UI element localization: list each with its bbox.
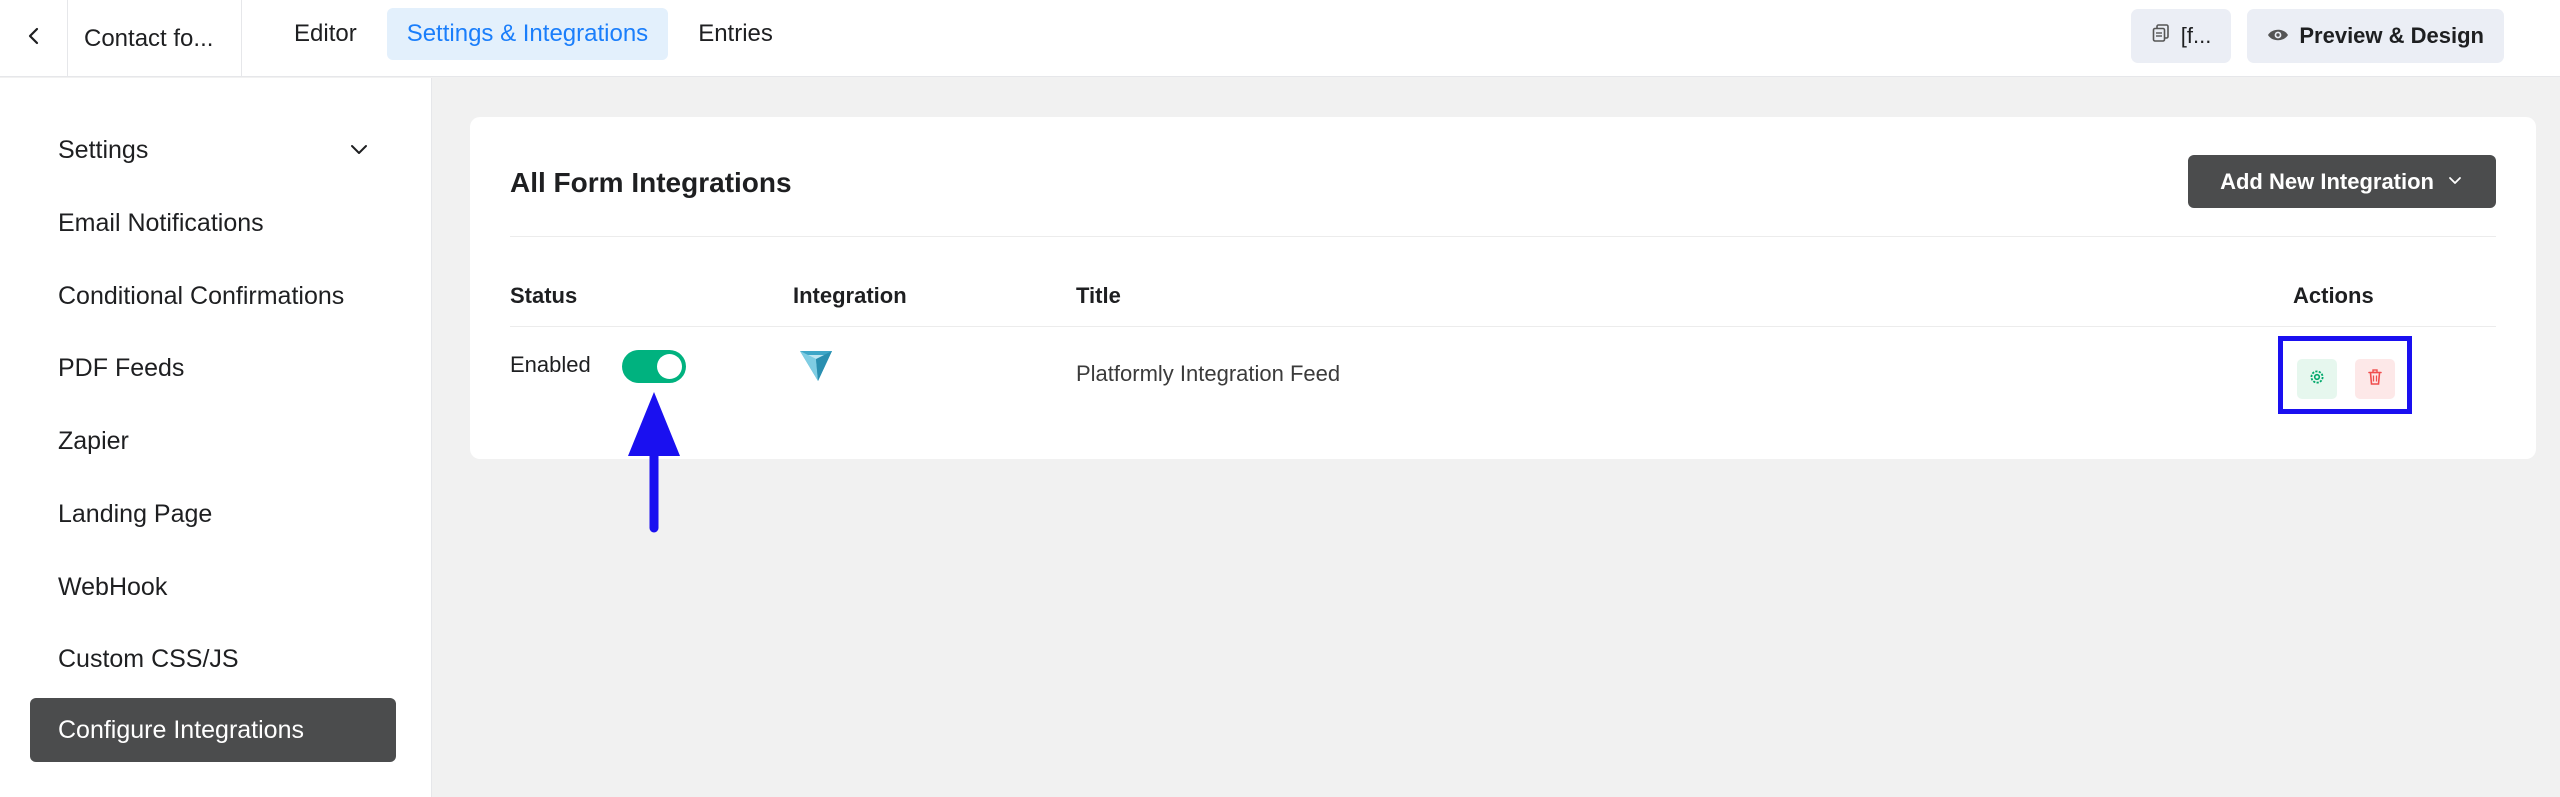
tab-editor[interactable]: Editor [274, 8, 377, 60]
settings-button[interactable] [2297, 359, 2337, 399]
tab-settings-integrations[interactable]: Settings & Integrations [386, 8, 669, 60]
add-new-integration-button[interactable]: Add New Integration [2188, 155, 2496, 208]
tab-entries[interactable]: Entries [678, 8, 793, 60]
top-actions: [f... Preview & Design [2130, 9, 2504, 63]
sidebar-item-label: Settings [58, 135, 149, 164]
sidebar-item-label: Conditional Confirmations [58, 281, 345, 310]
sidebar-item-custom-css-js[interactable]: Custom CSS/JS [30, 627, 396, 691]
annotation-arrow-icon [626, 390, 682, 535]
shortcode-button[interactable]: [f... [2130, 9, 2232, 63]
sidebar-item-email-notifications[interactable]: Email Notifications [30, 191, 396, 255]
top-bar: Contact fo... Editor Settings & Integrat… [0, 0, 2560, 77]
status-toggle[interactable] [622, 350, 686, 383]
toggle-knob [657, 354, 682, 379]
sidebar-item-zapier[interactable]: Zapier [30, 409, 396, 473]
sidebar-item-settings[interactable]: Settings [30, 118, 396, 182]
settings-icon [2308, 368, 2326, 391]
actions-highlight [2278, 336, 2412, 414]
platformly-logo-icon [796, 345, 836, 385]
chevron-down-icon [348, 138, 370, 167]
status-text: Enabled [510, 352, 591, 377]
main-tabs: Editor Settings & Integrations Entries [274, 8, 793, 60]
sidebar-item-conditional-confirmations[interactable]: Conditional Confirmations [30, 264, 396, 328]
sidebar-item-label: Landing Page [58, 499, 213, 528]
form-title[interactable]: Contact fo... [68, 0, 242, 77]
sidebar-item-webhook[interactable]: WebHook [30, 555, 396, 619]
column-header-actions: Actions [2293, 283, 2374, 308]
column-header-status: Status [510, 283, 578, 308]
column-header-title: Title [1076, 283, 1121, 308]
column-header-integration: Integration [793, 283, 907, 308]
trash-icon [2366, 368, 2384, 391]
copy-icon [2151, 23, 2171, 49]
sidebar-item-landing-page[interactable]: Landing Page [30, 482, 396, 546]
chevron-down-icon [2446, 169, 2464, 195]
delete-button[interactable] [2355, 359, 2395, 399]
settings-sidebar: Settings Email Notifications Conditional… [0, 78, 432, 797]
sidebar-item-label: Zapier [58, 426, 129, 455]
sidebar-item-label: WebHook [58, 572, 168, 601]
shortcode-label: [f... [2180, 23, 2212, 48]
sidebar-item-label: PDF Feeds [58, 353, 185, 382]
sidebar-item-configure-integrations[interactable]: Configure Integrations [30, 698, 396, 762]
integrations-card: All Form Integrations Add New Integratio… [470, 117, 2536, 459]
add-integration-label: Add New Integration [2220, 168, 2434, 194]
sidebar-item-label: Custom CSS/JS [58, 644, 239, 673]
back-button[interactable] [0, 0, 68, 77]
divider [510, 326, 2496, 327]
divider [510, 236, 2496, 237]
preview-design-button[interactable]: Preview & Design [2247, 9, 2504, 63]
sidebar-item-pdf-feeds[interactable]: PDF Feeds [30, 336, 396, 400]
sidebar-item-label: Email Notifications [58, 208, 264, 237]
integration-title: Platformly Integration Feed [1076, 361, 1341, 386]
page-title: All Form Integrations [510, 167, 792, 198]
chevron-left-icon [23, 25, 45, 52]
preview-design-label: Preview & Design [2299, 23, 2484, 48]
sidebar-item-label: Configure Integrations [58, 715, 304, 744]
eye-icon [2267, 23, 2289, 49]
